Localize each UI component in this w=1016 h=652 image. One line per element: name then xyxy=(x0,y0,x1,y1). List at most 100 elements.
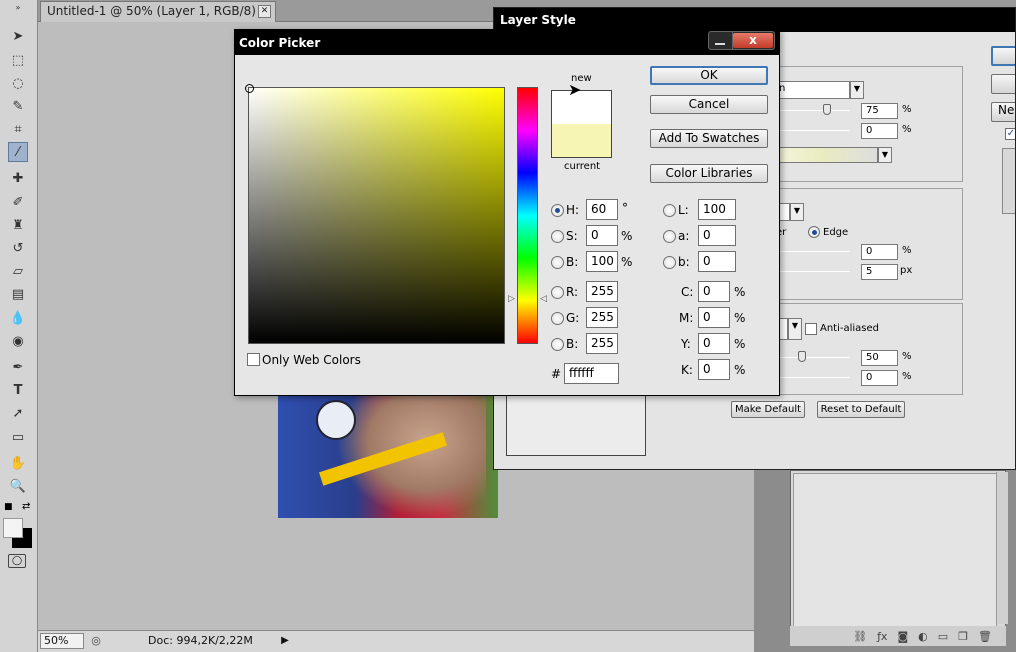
hue-field[interactable]: 60 xyxy=(586,199,618,220)
eyedropper-tool-icon[interactable]: ⁄ xyxy=(8,142,28,162)
marquee-tool-icon[interactable]: ⬚ xyxy=(8,50,28,70)
blur-tool-icon[interactable]: 💧 xyxy=(8,308,28,328)
zoom-field[interactable]: 50% xyxy=(40,633,84,649)
glow-gradient-swatch[interactable] xyxy=(776,147,878,163)
chevron-down-icon[interactable]: ▼ xyxy=(850,81,864,99)
green-field[interactable]: 255 xyxy=(586,307,618,328)
color-libraries-button[interactable]: Color Libraries xyxy=(650,164,768,183)
healing-brush-tool-icon[interactable]: ✚ xyxy=(8,168,28,188)
red-radio[interactable] xyxy=(551,286,564,299)
hue-slider-right-arrow-icon[interactable]: ◁ xyxy=(540,294,547,304)
path-selection-tool-icon[interactable]: ➚ xyxy=(8,403,28,423)
new-layer-icon[interactable]: ❐ xyxy=(958,630,968,643)
preview-checkbox[interactable]: ✓ xyxy=(1005,128,1015,140)
only-web-colors-checkbox[interactable] xyxy=(247,353,260,366)
quick-selection-tool-icon[interactable]: ✎ xyxy=(8,96,28,116)
quick-mask-icon[interactable]: ◯ xyxy=(8,554,26,568)
move-tool-icon[interactable]: ➤ xyxy=(8,26,28,46)
opacity-slider-thumb[interactable] xyxy=(823,104,831,115)
lightness-field[interactable]: 100 xyxy=(698,199,736,220)
crop-tool-icon[interactable]: ⌗ xyxy=(8,119,28,139)
green-radio[interactable] xyxy=(551,312,564,325)
layers-scrollbar[interactable] xyxy=(996,472,1008,624)
current-color-swatch[interactable] xyxy=(552,124,611,157)
a-channel-radio[interactable] xyxy=(663,230,676,243)
yellow-field[interactable]: 0 xyxy=(698,333,730,354)
lasso-tool-icon[interactable]: ◌ xyxy=(8,73,28,93)
layer-mask-icon[interactable]: ◙ xyxy=(897,630,908,643)
red-field[interactable]: 255 xyxy=(586,281,618,302)
choke-slider[interactable] xyxy=(776,251,850,252)
lightness-radio[interactable] xyxy=(663,204,676,217)
noise-field[interactable]: 0 xyxy=(861,123,898,139)
cyan-field[interactable]: 0 xyxy=(698,281,730,302)
chevron-down-icon[interactable]: ▼ xyxy=(788,318,802,340)
document-tab[interactable]: Untitled-1 @ 50% (Layer 1, RGB/8) * ✕ xyxy=(40,1,276,22)
b-channel-field[interactable]: 0 xyxy=(698,251,736,272)
blue-field[interactable]: 255 xyxy=(586,333,618,354)
jitter-field[interactable]: 0 xyxy=(861,370,898,386)
chevron-down-icon[interactable]: ▼ xyxy=(790,203,804,221)
ok-button[interactable] xyxy=(991,46,1015,66)
cancel-button[interactable]: Cancel xyxy=(650,95,768,114)
status-menu-icon[interactable]: ◎ xyxy=(88,633,104,649)
magenta-field[interactable]: 0 xyxy=(698,307,730,328)
reset-to-default-button[interactable]: Reset to Default xyxy=(817,401,905,418)
link-layers-icon[interactable]: ⛓ xyxy=(853,630,867,643)
eraser-tool-icon[interactable]: ▱ xyxy=(8,261,28,281)
a-channel-field[interactable]: 0 xyxy=(698,225,736,246)
default-colors-icon[interactable]: ■ xyxy=(4,502,13,512)
pen-tool-icon[interactable]: ✒ xyxy=(8,357,28,377)
shape-tool-icon[interactable]: ▭ xyxy=(8,427,28,447)
minimize-icon[interactable] xyxy=(709,32,733,49)
hue-radio[interactable] xyxy=(551,204,564,217)
close-button[interactable]: x xyxy=(733,33,773,48)
edge-radio[interactable] xyxy=(808,226,820,238)
hand-tool-icon[interactable]: ✋ xyxy=(8,453,28,473)
b-channel-radio[interactable] xyxy=(663,256,676,269)
hex-field[interactable]: ffffff xyxy=(564,363,619,384)
trash-icon[interactable]: 🗑 xyxy=(978,630,992,643)
swap-colors-icon[interactable]: ⇄ xyxy=(22,501,30,512)
make-default-button[interactable]: Make Default xyxy=(731,401,805,418)
hue-slider-left-arrow-icon[interactable]: ▷ xyxy=(508,294,515,304)
zoom-tool-icon[interactable]: 🔍 xyxy=(8,476,28,496)
anti-aliased-checkbox[interactable] xyxy=(805,323,817,335)
saturation-radio[interactable] xyxy=(551,230,564,243)
adjustment-layer-icon[interactable]: ◐ xyxy=(918,630,928,643)
black-field[interactable]: 0 xyxy=(698,359,730,380)
brush-tool-icon[interactable]: ✐ xyxy=(8,192,28,212)
opacity-field[interactable]: 75 xyxy=(861,103,898,119)
noise-slider[interactable] xyxy=(776,130,850,131)
gradient-tool-icon[interactable]: ▤ xyxy=(8,284,28,304)
close-tab-icon[interactable]: ✕ xyxy=(258,5,271,18)
clone-stamp-tool-icon[interactable]: ♜ xyxy=(8,215,28,235)
opacity-slider[interactable] xyxy=(776,110,850,111)
saturation-field[interactable]: 0 xyxy=(586,225,618,246)
choke-field[interactable]: 0 xyxy=(861,244,898,260)
collapse-icon[interactable]: » xyxy=(8,2,28,12)
layers-list[interactable] xyxy=(793,473,997,628)
blend-mode-select[interactable]: n xyxy=(774,81,850,99)
blue-radio[interactable] xyxy=(551,338,564,351)
hue-slider[interactable] xyxy=(517,87,538,344)
range-slider-thumb[interactable] xyxy=(798,351,806,362)
history-brush-tool-icon[interactable]: ↺ xyxy=(8,238,28,258)
brightness-radio[interactable] xyxy=(551,256,564,269)
range-field[interactable]: 50 xyxy=(861,350,898,366)
status-arrow-icon[interactable]: ▶ xyxy=(278,633,292,649)
type-tool-icon[interactable]: T xyxy=(8,380,28,400)
new-style-button[interactable]: New xyxy=(991,102,1015,122)
brightness-field[interactable]: 100 xyxy=(586,251,618,272)
cancel-button[interactable] xyxy=(991,74,1015,94)
group-icon[interactable]: ▭ xyxy=(938,630,948,643)
color-field-marker[interactable] xyxy=(245,84,254,93)
range-slider[interactable] xyxy=(776,357,850,358)
fx-icon[interactable]: ƒx xyxy=(877,630,887,643)
dodge-tool-icon[interactable]: ◉ xyxy=(8,331,28,351)
add-to-swatches-button[interactable]: Add To Swatches xyxy=(650,129,768,148)
foreground-color-swatch[interactable] xyxy=(3,518,23,538)
size-field[interactable]: 5 xyxy=(861,264,898,280)
size-slider[interactable] xyxy=(776,271,850,272)
jitter-slider[interactable] xyxy=(776,377,850,378)
